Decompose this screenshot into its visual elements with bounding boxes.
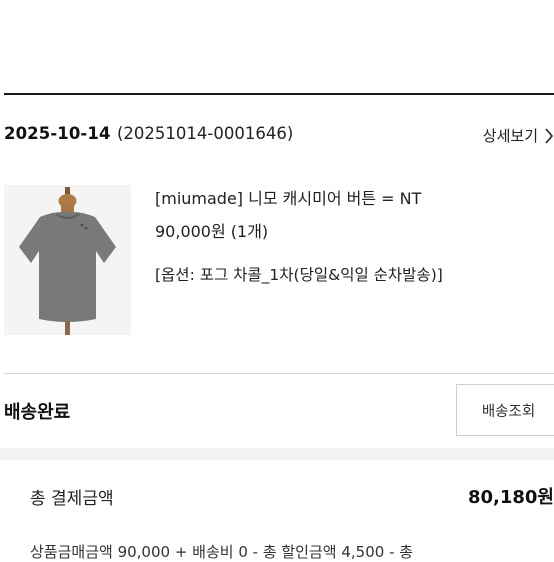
- detail-link[interactable]: 상세보기: [483, 125, 554, 146]
- track-delivery-button[interactable]: 배송조회: [456, 384, 554, 436]
- total-amount-label: 총 결제금액: [30, 489, 114, 509]
- top-divider: [4, 93, 554, 95]
- product-info: [miumade] 니모 캐시미어 버튼 = NT 90,000원 (1개) […: [155, 187, 545, 287]
- product-price: 90,000원 (1개): [155, 222, 269, 241]
- order-number: (20251014-0001646): [117, 124, 294, 143]
- payment-breakdown: 상품금매금액 90,000 + 배송비 0 - 총 할인금액 4,500 - 총: [30, 543, 414, 561]
- order-header: 2025-10-14 (20251014-0001646) 상세보기: [4, 124, 554, 150]
- total-amount-value: 80,180원: [467, 487, 554, 508]
- detail-link-label: 상세보기: [482, 127, 538, 145]
- section-separator-band: [0, 448, 554, 460]
- product-thumbnail[interactable]: [4, 185, 131, 335]
- delivery-status: 배송완료: [4, 402, 71, 423]
- order-date: 2025-10-14: [4, 124, 111, 143]
- chevron-right-icon: [545, 127, 554, 144]
- product-image: [4, 185, 131, 335]
- product-name[interactable]: [miumade] 니모 캐시미어 버튼 = NT: [155, 187, 545, 211]
- section-divider: [4, 373, 554, 374]
- product-option: [옵션: 포그 차콜_1차(당일&익일 순차발송)]: [155, 266, 443, 284]
